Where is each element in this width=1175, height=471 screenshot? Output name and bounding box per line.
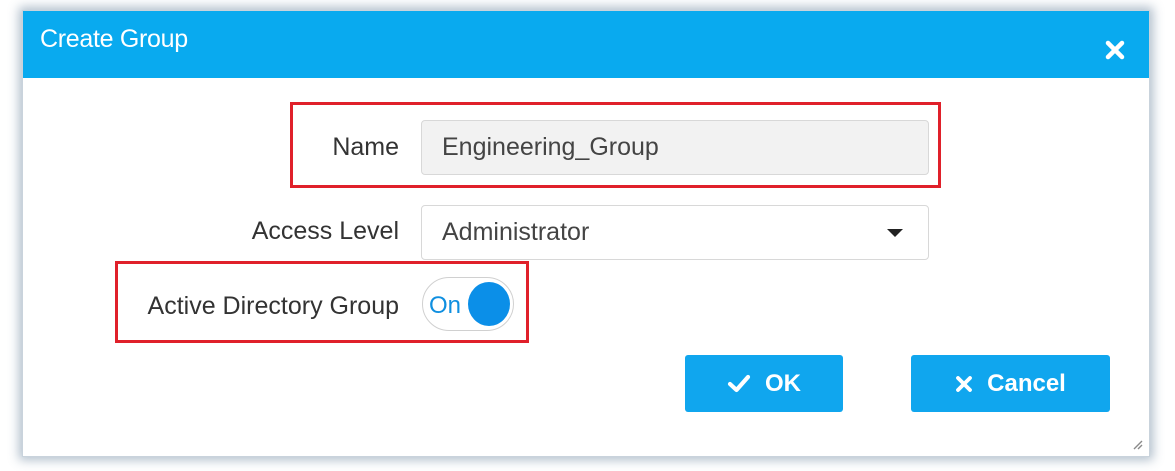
chevron-down-icon (887, 229, 903, 237)
dialog-header: Create Group (23, 11, 1149, 78)
create-group-dialog: Create Group Name Engineering_Group Acce… (22, 10, 1150, 457)
ok-button[interactable]: OK (685, 355, 843, 412)
access-level-select[interactable]: Administrator (421, 205, 929, 260)
resize-grip-icon (1133, 440, 1143, 450)
cancel-button[interactable]: Cancel (911, 355, 1110, 412)
access-level-value: Administrator (442, 218, 590, 246)
active-directory-group-toggle[interactable]: On (422, 277, 514, 331)
resize-handle[interactable] (1128, 435, 1144, 451)
x-icon (956, 375, 973, 392)
name-label: Name (332, 133, 399, 161)
close-button[interactable] (1103, 38, 1127, 62)
checkmark-icon (727, 374, 751, 392)
ok-button-label: OK (765, 369, 801, 397)
cancel-button-label: Cancel (987, 369, 1066, 397)
toggle-knob (468, 282, 510, 326)
dialog-title: Create Group (40, 25, 188, 53)
toggle-state-label: On (429, 292, 462, 319)
active-directory-group-label: Active Directory Group (147, 292, 399, 320)
access-level-label: Access Level (251, 217, 399, 245)
close-icon (1105, 40, 1125, 60)
name-input[interactable]: Engineering_Group (421, 120, 929, 175)
